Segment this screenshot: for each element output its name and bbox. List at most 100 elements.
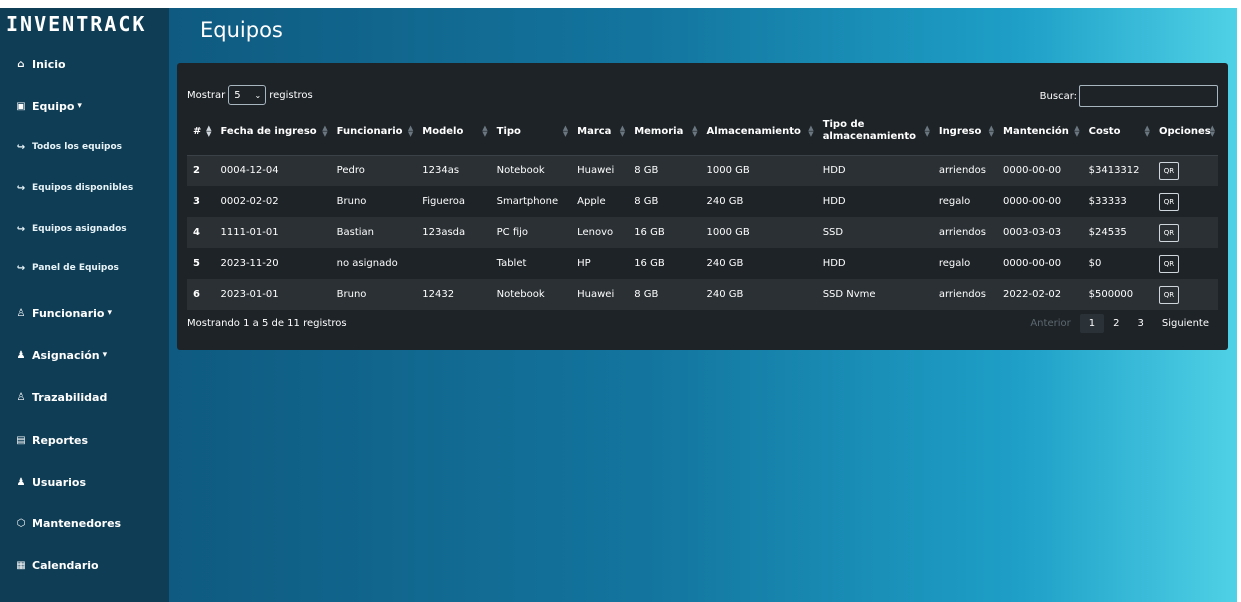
table-cell: Huawei: [571, 155, 629, 186]
equipos-table: # ▲ ▼ Fecha de ingreso ▲ ▼ Funcionario ▲ ▼ Modelo…: [187, 108, 1218, 310]
qr-button[interactable]: QR: [1158, 223, 1179, 242]
table-cell: QR: [1152, 186, 1218, 217]
column-header-label: Costo: [1088, 125, 1121, 137]
sidebar-item-equipos-asignados[interactable]: ↪ Equipos asignados: [0, 214, 169, 244]
table-cell: 0000-00-00: [997, 186, 1083, 217]
table-cell: HDD: [816, 248, 933, 279]
sidebar-item-label: Trazabilidad: [32, 390, 108, 404]
column-header-fecha-de-ingreso[interactable]: Fecha de ingreso ▲ ▼: [214, 108, 331, 156]
sidebar-item-trazabilidad[interactable]: ♙ Trazabilidad: [0, 382, 169, 412]
table-cell: 0003-03-03: [997, 217, 1083, 248]
table-cell: 0000-00-00: [997, 248, 1083, 279]
table-cell: 1000 GB: [700, 217, 817, 248]
column-header-tipo[interactable]: Tipo ▲ ▼: [490, 108, 572, 156]
column-header-label: #: [193, 125, 202, 137]
sidebar-item-label: Calendario: [32, 558, 99, 572]
search-control: Buscar:: [1040, 85, 1218, 107]
page-button-2[interactable]: 2: [1104, 314, 1128, 333]
table-cell: QR: [1152, 248, 1218, 279]
column-header-ingreso[interactable]: Ingreso ▲ ▼: [932, 108, 998, 156]
search-input[interactable]: [1079, 85, 1218, 107]
table-cell: HP: [571, 248, 629, 279]
sort-icon: ▲ ▼: [562, 124, 569, 138]
sidebar-item-label: Todos los equipos: [32, 142, 123, 152]
sub-arrow-icon: ↪: [16, 223, 26, 235]
column-header-costo[interactable]: Costo ▲ ▼: [1082, 108, 1153, 156]
sort-icon: ▲ ▼: [808, 124, 814, 138]
table-cell: HDD: [816, 155, 933, 186]
sidebar-item-panel-de-equipos[interactable]: ↪ Panel de Equipos: [0, 253, 169, 283]
file-icon: ▤: [16, 434, 26, 446]
sidebar-item-todos-los-equipos[interactable]: ↪ Todos los equipos: [0, 132, 169, 162]
table-header-row: # ▲ ▼ Fecha de ingreso ▲ ▼ Funcionario ▲ ▼ Modelo…: [187, 108, 1218, 156]
page-numbers: 123: [1079, 314, 1153, 333]
table-cell: Notebook: [490, 155, 572, 186]
prev-page-button[interactable]: Anterior: [1021, 314, 1079, 333]
length-select[interactable]: 5 ⌄: [228, 85, 267, 105]
page-title: Equipos: [200, 18, 283, 42]
table-cell: Bruno: [330, 279, 417, 310]
sidebar-item-funcionario[interactable]: ♙ Funcionario ▾: [0, 298, 169, 328]
qr-button[interactable]: QR: [1158, 254, 1179, 273]
column-header-funcionario[interactable]: Funcionario ▲ ▼: [330, 108, 417, 156]
column-header-label: Tipo de almacenamiento: [822, 119, 917, 143]
qr-button[interactable]: QR: [1158, 285, 1179, 304]
table-cell: 1000 GB: [700, 155, 817, 186]
sidebar-item-mantenedores[interactable]: ⬡ Mantenedores: [0, 508, 169, 538]
chevron-down-icon: ▾: [107, 308, 113, 318]
equipos-table-panel: Mostrar 5 ⌄ registros Buscar: # ▲ ▼ Fecha d…: [177, 63, 1228, 350]
qr-button[interactable]: QR: [1158, 192, 1179, 211]
search-label: Buscar:: [1039, 90, 1077, 102]
column-header-label: Marca: [577, 125, 612, 137]
column-header-opciones[interactable]: Opciones ▲ ▼: [1152, 108, 1218, 156]
sidebar-item-label: Equipos asignados: [32, 224, 127, 234]
sidebar-item-label: Panel de Equipos: [32, 263, 119, 273]
table-cell: 123asda: [416, 217, 491, 248]
table-cell: QR: [1152, 155, 1218, 186]
sidebar-item-reportes[interactable]: ▤ Reportes: [0, 425, 169, 455]
sidebar-item-calendario[interactable]: ▦ Calendario: [0, 550, 169, 580]
table-cell: 4: [187, 217, 215, 248]
sort-icon: ▲ ▼: [692, 124, 698, 138]
sub-arrow-icon: ↪: [16, 141, 26, 153]
sidebar-item-inicio[interactable]: ⌂ Inicio: [0, 49, 169, 79]
sidebar-item-equipos-disponibles[interactable]: ↪ Equipos disponibles: [0, 173, 169, 203]
page-button-3[interactable]: 3: [1128, 314, 1152, 333]
sidebar-item-label: Equipos disponibles: [32, 183, 134, 193]
qr-button[interactable]: QR: [1158, 161, 1179, 180]
table-cell: 0004-12-04: [214, 155, 331, 186]
table-cell: SSD Nvme: [816, 279, 933, 310]
table-cell: SSD: [816, 217, 933, 248]
column-header-index[interactable]: # ▲ ▼: [187, 108, 215, 156]
column-header-mantenci-n[interactable]: Mantención ▲ ▼: [997, 108, 1083, 156]
column-header-tipo-de-almacenamiento[interactable]: Tipo de almacenamiento ▲ ▼: [816, 108, 933, 156]
table-cell: $33333: [1082, 186, 1153, 217]
table-cell: Bastian: [330, 217, 417, 248]
table-cell: $24535: [1082, 217, 1153, 248]
column-header-marca[interactable]: Marca ▲ ▼: [571, 108, 629, 156]
column-header-almacenamiento[interactable]: Almacenamiento ▲ ▼: [700, 108, 817, 156]
table-cell: no asignado: [330, 248, 417, 279]
sort-icon: ▲ ▼: [407, 124, 414, 138]
sidebar-item-equipo[interactable]: ▣ Equipo ▾: [0, 91, 169, 121]
calendar-icon: ▦: [16, 559, 26, 571]
table-cell: 240 GB: [700, 186, 817, 217]
column-header-modelo[interactable]: Modelo ▲ ▼: [416, 108, 491, 156]
table-row: 3 0002-02-02 Bruno Figueroa Smartphone Apple 8…: [187, 186, 1218, 217]
sort-icon: ▲ ▼: [1209, 124, 1215, 138]
user-icon: ♙: [16, 307, 26, 319]
table-cell: 1111-01-01: [214, 217, 331, 248]
table-cell: arriendos: [932, 279, 998, 310]
column-header-label: Memoria: [634, 125, 684, 137]
next-page-button[interactable]: Siguiente: [1153, 314, 1218, 333]
home-icon: ⌂: [17, 58, 25, 70]
sub-arrow-icon: ↪: [16, 182, 26, 194]
length-value: 5: [234, 89, 241, 101]
table-row: 2 0004-12-04 Pedro 1234as Notebook Huawei 8 GB…: [187, 155, 1218, 186]
page-button-1[interactable]: 1: [1079, 314, 1105, 333]
column-header-label: Fecha de ingreso: [220, 125, 317, 137]
sidebar-item-asignaci-n[interactable]: ♟ Asignación ▾: [0, 340, 169, 370]
column-header-memoria[interactable]: Memoria ▲ ▼: [628, 108, 701, 156]
sidebar-item-usuarios[interactable]: ♟ Usuarios: [0, 467, 169, 497]
column-header-label: Tipo: [496, 125, 521, 137]
